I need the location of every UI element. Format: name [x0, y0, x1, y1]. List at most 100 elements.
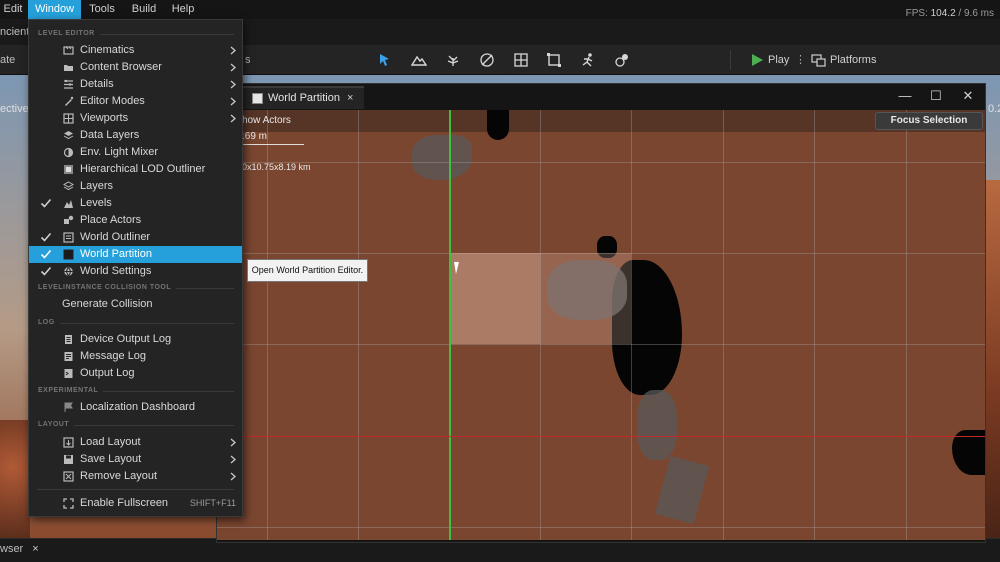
menu-item-viewports[interactable]: Viewports	[29, 110, 242, 127]
menu-item-editor-modes[interactable]: Editor Modes	[29, 93, 242, 110]
platforms-button-label[interactable]: Platforms	[830, 45, 876, 75]
maximize-button[interactable]: ☐	[926, 86, 946, 106]
submenu-arrow-icon	[230, 455, 236, 464]
world-partition-tab-label: World Partition	[268, 92, 340, 104]
menu-section-header: LAYOUT	[38, 421, 70, 428]
play-options-icon[interactable]: ⋮	[795, 45, 806, 75]
animation-mode-icon[interactable]	[580, 52, 596, 68]
play-button-label[interactable]: Play	[768, 45, 789, 75]
focus-selection-button[interactable]: Focus Selection	[875, 112, 983, 130]
save-layout-icon	[64, 455, 73, 464]
menu-item-hierarchical-lod-outliner[interactable]: Hierarchical LOD Outliner	[29, 161, 242, 178]
menu-item-details[interactable]: Details	[29, 76, 242, 93]
menu-item-world-partition[interactable]: World Partition	[29, 246, 242, 263]
grid-line	[906, 110, 907, 540]
menu-item-label: Message Log	[80, 350, 147, 362]
menu-item-levels[interactable]: Levels	[29, 195, 242, 212]
loaded-cell-highlight[interactable]	[450, 253, 540, 344]
menu-item-world-outliner[interactable]: World Outliner	[29, 229, 242, 246]
menu-item-cinematics[interactable]: Cinematics	[29, 42, 242, 59]
menu-bar: Edit Window Tools Build Help FPS: 104.2 …	[0, 0, 1000, 19]
select-mode-icon[interactable]	[377, 52, 393, 68]
foliage-mode-icon[interactable]	[445, 52, 461, 68]
menu-item-content-browser[interactable]: Content Browser	[29, 59, 242, 76]
grid-line	[217, 344, 985, 345]
remove-layout-icon	[63, 471, 74, 482]
menu-section-header: EXPERIMENTAL	[38, 387, 99, 394]
details-icon	[64, 79, 73, 89]
viewport-perspective-label[interactable]: ective	[0, 100, 29, 118]
grid-line	[723, 110, 724, 540]
menu-item-label: Viewports	[80, 112, 129, 124]
editor-modes-icon	[65, 96, 74, 106]
menu-section-divider	[74, 425, 234, 426]
menu-item-shortcut: SHIFT+F11	[189, 498, 236, 508]
menu-item-label: World Outliner	[80, 231, 151, 243]
menu-item-label: Levels	[80, 197, 112, 209]
menu-item-label: Cinematics	[80, 44, 135, 56]
brush-edit-mode-icon[interactable]	[546, 52, 562, 68]
menu-item-label: Hierarchical LOD Outliner	[80, 163, 206, 175]
fullscreen-icon	[63, 498, 74, 509]
checkmark-icon	[40, 249, 52, 259]
content-browser-tab-close[interactable]: ×	[32, 543, 38, 555]
menu-window[interactable]: Window	[28, 0, 81, 19]
menu-item-place-actors[interactable]: Place Actors	[29, 212, 242, 229]
close-window-button[interactable]: ✕	[958, 86, 978, 106]
grid-line	[217, 162, 985, 163]
menu-item-label: Content Browser	[80, 61, 162, 73]
menu-item-label: Generate Collision	[62, 298, 153, 310]
content-browser-tab-label: wser	[0, 543, 24, 555]
toolbar-modes-button[interactable]: s	[245, 45, 251, 75]
menu-item-save-layout[interactable]: Save Layout	[29, 451, 242, 468]
menu-item-data-layers[interactable]: Data Layers	[29, 127, 242, 144]
menu-item-world-settings[interactable]: World Settings	[29, 263, 242, 280]
y-axis-line	[449, 110, 451, 540]
world-partition-map[interactable]: how Actors .69 m 0x10.75x8.19 km	[217, 110, 985, 540]
viewport-snap-label[interactable]: 0.2	[988, 100, 1000, 118]
submenu-arrow-icon	[230, 97, 236, 106]
menu-item-message-log[interactable]: Message Log	[29, 348, 242, 365]
menu-item-generate-collision[interactable]: Generate Collision	[29, 296, 242, 313]
loaded-cell-highlight[interactable]	[540, 253, 631, 344]
menu-item-label: Device Output Log	[80, 333, 172, 345]
play-icon[interactable]	[751, 53, 764, 67]
editor-window: ective 0.2 Edit Window Tools Build Help …	[0, 0, 1000, 562]
message-log-icon	[64, 352, 73, 361]
menu-item-localization-dashboard[interactable]: Localization Dashboard	[29, 399, 242, 416]
menu-build[interactable]: Build	[127, 0, 161, 19]
menu-item-layers[interactable]: Layers	[29, 178, 242, 195]
menu-help[interactable]: Help	[168, 0, 198, 19]
show-actors-label[interactable]: how Actors	[242, 115, 291, 126]
terrain-patch	[412, 135, 472, 180]
minimize-button[interactable]: —	[895, 86, 915, 106]
menu-item-env-light-mixer[interactable]: Env. Light Mixer	[29, 144, 242, 161]
world-partition-tab-close[interactable]: ×	[347, 87, 353, 109]
world-partition-tooltip: Open World Partition Editor.	[247, 259, 368, 282]
mesh-paint-mode-icon[interactable]	[479, 52, 495, 68]
menu-item-enable-fullscreen[interactable]: Enable Fullscreen SHIFT+F11	[29, 495, 242, 512]
fps-value: 104.2	[930, 8, 956, 19]
menu-item-output-log[interactable]: Output Log	[29, 365, 242, 382]
menu-tools[interactable]: Tools	[84, 0, 120, 19]
menu-item-device-output-log[interactable]: Device Output Log	[29, 331, 242, 348]
scale-label: .69 m	[242, 131, 268, 142]
content-browser-tab[interactable]: wser ×	[0, 538, 39, 560]
grid-line	[358, 110, 359, 540]
viewports-icon	[63, 113, 74, 124]
modeling-mode-icon[interactable]	[614, 52, 630, 68]
platforms-icon[interactable]	[811, 53, 826, 67]
menu-edit[interactable]: Edit	[0, 0, 26, 19]
toolbar-save-button[interactable]: ate	[0, 45, 15, 75]
landscape-mode-icon[interactable]	[411, 52, 427, 68]
grid-line	[217, 527, 985, 528]
world-partition-tab-icon	[252, 93, 263, 104]
fps-label: FPS:	[905, 8, 928, 19]
menu-item-load-layout[interactable]: Load Layout	[29, 434, 242, 451]
menu-item-remove-layout[interactable]: Remove Layout	[29, 468, 242, 485]
menu-item-label: Save Layout	[80, 453, 142, 465]
menu-item-label: World Partition	[80, 248, 152, 260]
fracture-mode-icon[interactable]	[513, 52, 529, 68]
grid-line	[814, 110, 815, 540]
layers-icon	[63, 181, 74, 191]
